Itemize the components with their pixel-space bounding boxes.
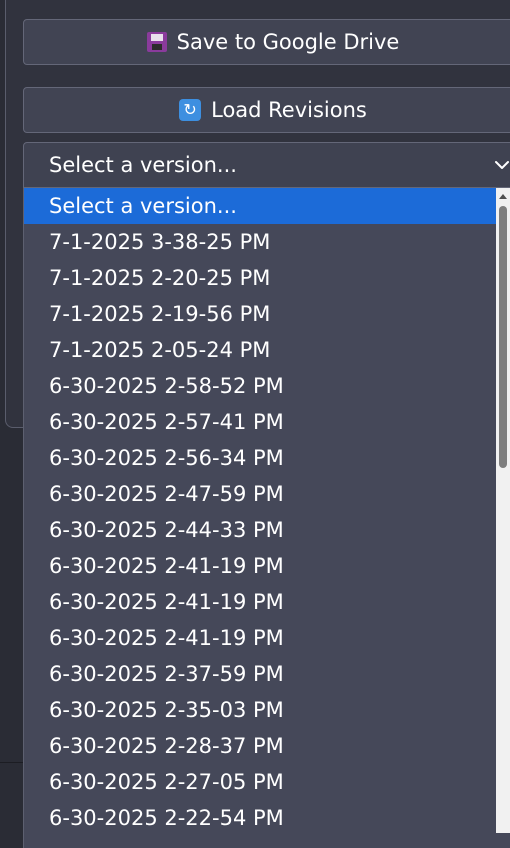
version-option[interactable]: 6-30-2025 2-57-41 PM bbox=[24, 404, 510, 440]
divider bbox=[0, 762, 24, 763]
save-to-google-drive-button[interactable]: Save to Google Drive bbox=[23, 19, 510, 65]
version-option[interactable]: 6-30-2025 2-28-37 PM bbox=[24, 728, 510, 764]
scroll-up-arrow-icon[interactable] bbox=[499, 194, 507, 199]
load-revisions-button[interactable]: ↻ Load Revisions bbox=[23, 87, 510, 133]
version-option[interactable]: 6-30-2025 2-44-33 PM bbox=[24, 512, 510, 548]
version-option[interactable]: 6-30-2025 2-37-59 PM bbox=[24, 656, 510, 692]
version-option[interactable]: 7-1-2025 2-05-24 PM bbox=[24, 332, 510, 368]
load-button-label: Load Revisions bbox=[211, 98, 367, 122]
chevron-down-icon bbox=[495, 161, 509, 169]
version-option[interactable]: 6-30-2025 2-35-03 PM bbox=[24, 692, 510, 728]
version-option[interactable]: 7-1-2025 2-20-25 PM bbox=[24, 260, 510, 296]
version-option[interactable]: 6-30-2025 2-27-05 PM bbox=[24, 764, 510, 800]
option-placeholder[interactable]: Select a version... bbox=[24, 188, 510, 224]
version-option[interactable]: 6-30-2025 2-47-59 PM bbox=[24, 476, 510, 512]
version-option[interactable]: 7-1-2025 2-19-56 PM bbox=[24, 296, 510, 332]
version-option[interactable]: 6-30-2025 2-41-19 PM bbox=[24, 548, 510, 584]
version-option[interactable]: 6-30-2025 2-56-34 PM bbox=[24, 440, 510, 476]
version-select[interactable]: Select a version... bbox=[23, 142, 510, 188]
dropdown-scrollbar[interactable] bbox=[496, 188, 510, 833]
floppy-disk-icon bbox=[146, 32, 167, 52]
version-option[interactable]: 6-30-2025 2-22-54 PM bbox=[24, 800, 510, 836]
version-dropdown-list[interactable]: Select a version... 7-1-2025 3-38-25 PM 7-… bbox=[23, 188, 510, 848]
refresh-icon: ↻ bbox=[179, 99, 202, 121]
version-option[interactable]: 7-1-2025 3-38-25 PM bbox=[24, 224, 510, 260]
version-option[interactable]: 6-30-2025 2-41-19 PM bbox=[24, 584, 510, 620]
version-option[interactable]: 6-30-2025 2-41-19 PM bbox=[24, 620, 510, 656]
save-button-label: Save to Google Drive bbox=[176, 30, 400, 54]
version-select-value: Select a version... bbox=[49, 153, 237, 177]
scrollbar-thumb[interactable] bbox=[499, 206, 507, 468]
version-option[interactable]: 6-30-2025 2-58-52 PM bbox=[24, 368, 510, 404]
